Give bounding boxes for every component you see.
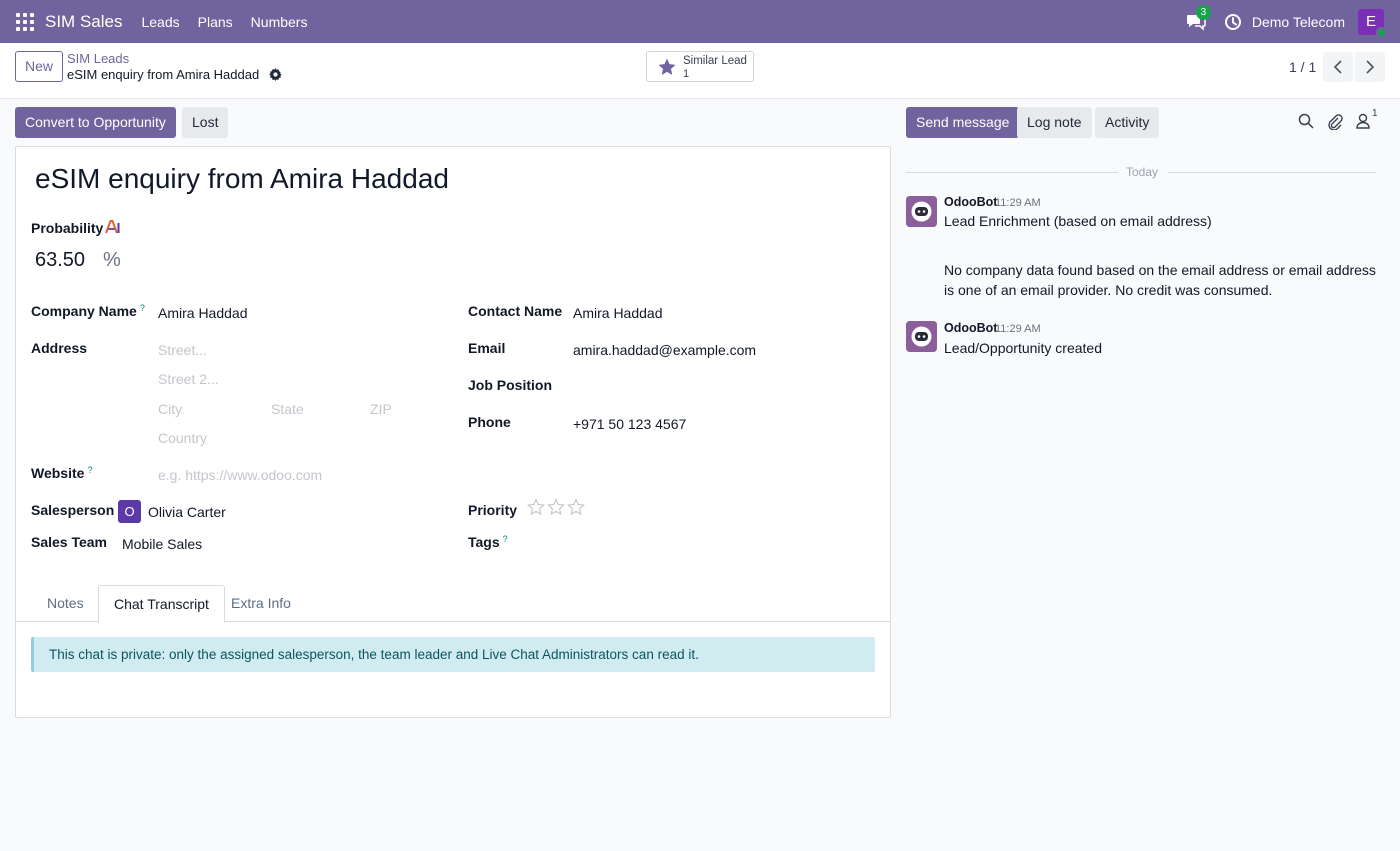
app-name[interactable]: SIM Sales [45,12,122,32]
help-icon[interactable]: ? [140,303,145,313]
convert-to-opportunity-button[interactable]: Convert to Opportunity [15,107,176,138]
date-separator: Today [906,165,1376,181]
user-avatar[interactable]: E [1358,8,1387,38]
ai-icon[interactable] [105,220,121,234]
help-icon[interactable]: ? [503,534,508,544]
tab-notes[interactable]: Notes [32,585,99,622]
followers-button[interactable]: 1 [1356,108,1378,131]
lost-button[interactable]: Lost [182,107,229,138]
messaging-badge: 3 [1195,4,1211,20]
message-time: 11:29 AM [995,197,1041,209]
website-field[interactable]: e.g. https://www.odoo.com [158,467,322,483]
tab-extra-info[interactable]: Extra Info [216,585,306,622]
send-message-button[interactable]: Send message [906,107,1020,138]
activity-button[interactable]: Activity [1095,107,1160,138]
messaging-icon[interactable]: 3 [1186,4,1211,31]
street-field[interactable]: Street... [158,342,207,358]
message-time: 11:29 AM [995,323,1041,335]
chevron-right-icon [1366,60,1375,74]
search-icon[interactable] [1298,113,1314,131]
probability-input[interactable]: 63.50 [35,249,85,272]
breadcrumb-parent[interactable]: SIM Leads [67,51,129,66]
gear-icon[interactable] [269,68,282,81]
street2-field[interactable]: Street 2... [158,371,219,387]
star-icon[interactable] [527,498,547,518]
message-body-line: Lead/Opportunity created [944,340,1102,356]
similar-lead-count: 1 [683,68,690,80]
sales-team-field[interactable]: Mobile Sales [122,536,202,552]
main-menu: Leads Plans Numbers [132,14,316,30]
state-field[interactable]: State [271,401,304,417]
log-note-button[interactable]: Log note [1017,107,1092,138]
country-field[interactable]: Country [158,430,207,446]
similar-lead-label: Similar Lead [683,55,747,67]
breadcrumb-current: eSIM enquiry from Amira Haddad [67,67,260,82]
user-icon [1356,113,1370,129]
form-sheet: eSIM enquiry from Amira Haddad Probabili… [15,146,891,718]
message-body-line: Lead Enrichment (based on email address) [944,213,1212,229]
company-switcher[interactable]: Demo Telecom [1252,14,1345,30]
priority-label: Priority [468,502,518,518]
followers-count: 1 [1372,108,1378,119]
priority-stars [527,498,587,518]
email-field[interactable]: amira.haddad@example.com [573,342,756,358]
control-panel: New SIM Leads eSIM enquiry from Amira Ha… [0,43,1400,99]
private-chat-alert: This chat is private: only the assigned … [31,637,875,672]
company-name-label: Company Name? [31,303,145,319]
city-field[interactable]: City [158,401,182,417]
zip-field[interactable]: ZIP [370,401,392,417]
tags-label: Tags? [468,534,508,550]
phone-label: Phone [468,414,511,430]
pager-value[interactable]: 1 / 1 [1289,59,1316,75]
lead-title-field[interactable]: eSIM enquiry from Amira Haddad [35,163,449,195]
salesperson-avatar: O [118,500,141,523]
sales-team-label: Sales Team [31,534,108,550]
salesperson-field[interactable]: Olivia Carter [148,504,226,520]
company-name-field[interactable]: Amira Haddad [158,305,248,321]
odoobot-avatar[interactable] [906,321,937,352]
menu-item-leads[interactable]: Leads [132,14,188,30]
website-label: Website? [31,465,93,481]
odoobot-avatar[interactable] [906,196,937,227]
similar-lead-button[interactable]: Similar Lead 1 [646,51,754,82]
job-position-label: Job Position [468,377,552,393]
tab-chat-transcript[interactable]: Chat Transcript [98,585,225,623]
contact-name-label: Contact Name [468,303,563,319]
star-icon[interactable] [547,498,567,518]
new-button[interactable]: New [15,51,64,82]
notebook-tabs: Notes Chat Transcript Extra Info [16,585,890,623]
menu-item-plans[interactable]: Plans [189,14,242,30]
probability-unit: % [103,249,121,271]
message-body-line: No company data found based on the email… [944,262,1376,298]
address-label: Address [31,340,88,356]
pager-next-button[interactable] [1355,52,1385,82]
menu-item-numbers[interactable]: Numbers [242,14,317,30]
contact-name-field[interactable]: Amira Haddad [573,305,663,321]
paperclip-icon[interactable] [1327,113,1343,131]
apps-menu-icon[interactable] [16,12,34,31]
star-icon[interactable] [567,498,587,518]
online-status-dot [1376,26,1387,38]
email-label: Email [468,340,506,356]
probability-label: Probability [31,220,104,236]
help-icon[interactable]: ? [87,465,92,475]
message-author[interactable]: OdooBot [944,195,997,209]
star-icon [657,57,677,77]
activity-clock-icon[interactable] [1224,13,1242,31]
phone-field[interactable]: +971 50 123 4567 [573,416,686,432]
chevron-left-icon [1333,60,1342,74]
pager-previous-button[interactable] [1323,52,1353,82]
top-navbar: SIM Sales Leads Plans Numbers 3 Demo Tel… [0,0,1400,43]
salesperson-label: Salesperson [31,502,115,518]
message-author[interactable]: OdooBot [944,321,997,335]
